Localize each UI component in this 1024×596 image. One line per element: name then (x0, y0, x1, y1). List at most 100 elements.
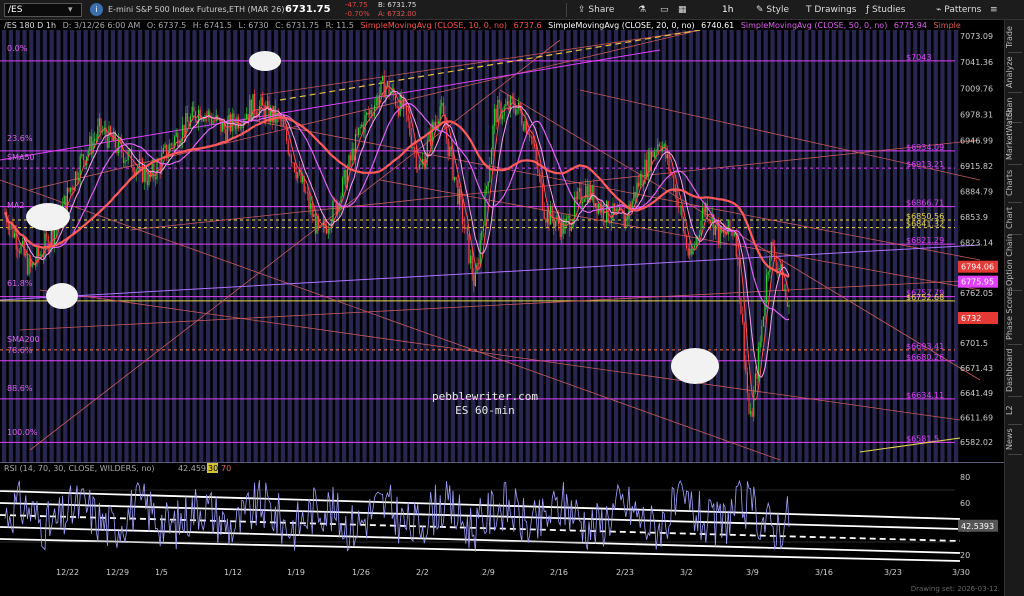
sma10-label[interactable]: SimpleMovingAvg (CLOSE, 10, 0, no) (361, 21, 508, 30)
candle-body (81, 154, 83, 157)
candle-body (255, 111, 257, 115)
session-band (185, 30, 190, 462)
candle-body (615, 208, 617, 212)
candle-body (561, 218, 563, 237)
session-band (654, 30, 659, 462)
studies-button[interactable]: ƒ Studies (866, 3, 905, 17)
candle-body (199, 109, 201, 120)
candle-body (767, 271, 769, 275)
session-band (838, 30, 843, 462)
side-tab-separator (1008, 52, 1022, 53)
side-tab-dashboard[interactable]: Dashboard (1005, 348, 1024, 392)
side-tab-charts[interactable]: Charts (1005, 168, 1024, 198)
session-band (403, 30, 408, 462)
candle-body (140, 158, 142, 160)
session-band (410, 30, 415, 462)
candle-body (746, 372, 748, 393)
rsi-label[interactable]: RSI (14, 70, 30, CLOSE, WILDERS, no) (4, 464, 154, 473)
candle-body (506, 101, 508, 105)
side-tab-news[interactable]: News (1005, 428, 1024, 450)
candle-body (586, 185, 588, 203)
candle-body (154, 176, 156, 180)
candle-body (694, 245, 696, 248)
style-button[interactable]: ✎ Style (756, 3, 789, 17)
candle-body (306, 192, 308, 194)
session-band (240, 30, 245, 462)
side-tab-marketwatch[interactable]: MarketWatch (1005, 108, 1024, 160)
rsi-pane[interactable]: 8060402042.5393 RSI (14, 70, 30, CLOSE, … (0, 463, 1004, 563)
session-band (335, 30, 340, 462)
candle-body (226, 122, 228, 141)
sma20-label[interactable]: SimpleMovingAvg (CLOSE, 20, 0, no) (548, 21, 695, 30)
time-tick: 2/2 (416, 568, 429, 577)
info-icon[interactable]: i (90, 3, 103, 16)
change-percent: -0.70% (345, 10, 370, 18)
price-chart-pane[interactable]: 0.0% 23.6% SMA50 MA2 61.8% SMA200 78.6% 88.6% 10… (0, 29, 1004, 462)
candle-body (466, 227, 468, 234)
session-band (872, 30, 877, 462)
candle-body (566, 217, 568, 222)
candle-body (481, 230, 483, 241)
bar-range: R: 11.5 (325, 21, 354, 30)
search-icon[interactable]: ▾ (68, 3, 73, 17)
price-tick: 7009.76 (960, 84, 993, 93)
side-tab-separator (1008, 164, 1022, 165)
candle-body (727, 220, 729, 235)
candle-body (194, 111, 196, 121)
sma50-label[interactable]: SimpleMovingAvg (CLOSE, 50, 0, no) (741, 21, 888, 30)
timeframe-selector[interactable]: 1h (722, 3, 733, 17)
grid-icon[interactable]: ▦ (678, 3, 687, 17)
session-band (586, 30, 591, 462)
candle-body (377, 96, 379, 106)
candle-body (593, 185, 595, 207)
candle-body (786, 297, 788, 307)
share-button[interactable]: ⇪ Share (578, 3, 614, 17)
candle-body (18, 251, 20, 254)
candle-body (314, 213, 316, 234)
patterns-button[interactable]: ⌁ Patterns (936, 3, 981, 17)
side-tab-option-chain[interactable]: Option Chain (1005, 234, 1024, 286)
candle-body (532, 136, 534, 144)
candle-body (394, 95, 396, 106)
candle-body (100, 118, 102, 132)
candle-body (772, 241, 774, 247)
flask-icon[interactable]: ⚗ (638, 3, 646, 17)
candle-body (471, 255, 473, 275)
price-tick: 6946.99 (960, 136, 993, 145)
fib-label-left: SMA50 (7, 153, 35, 162)
candle-body (494, 108, 496, 126)
session-band (777, 30, 782, 462)
candle-body (82, 154, 84, 161)
sma-more-label[interactable]: Simple (934, 21, 961, 30)
candle-body (487, 181, 489, 187)
candle-body (383, 76, 385, 98)
candle-body (698, 235, 700, 238)
candle-body (214, 120, 216, 122)
drawings-button[interactable]: T Drawings (806, 3, 857, 17)
fib-label-right: $6752.68 (906, 293, 944, 302)
sma10-value: 6737.6 (513, 21, 542, 30)
candle-body (745, 361, 747, 373)
session-band (580, 30, 585, 462)
session-band (328, 30, 333, 462)
layout-icon[interactable]: ▭ (660, 3, 669, 17)
candle-body (702, 208, 704, 221)
menu-icon[interactable]: ≡ (990, 3, 998, 17)
session-band (709, 30, 714, 462)
side-tab-chart[interactable]: Chart (1005, 206, 1024, 230)
side-tab-analyze[interactable]: Analyze (1005, 56, 1024, 88)
session-band (246, 30, 251, 462)
session-band (199, 30, 204, 462)
price-tick: 7073.09 (960, 32, 993, 41)
candle-body (14, 232, 16, 238)
session-band (641, 30, 646, 462)
candle-body (402, 98, 404, 109)
candle-body (38, 247, 40, 256)
side-tab-l2[interactable]: L2 (1005, 400, 1024, 420)
candle-body (164, 144, 166, 148)
rsi-series (4, 479, 790, 552)
side-tab-trade[interactable]: Trade (1005, 26, 1024, 48)
time-axis[interactable]: 12/22 12/29 1/5 1/12 1/19 1/26 2/2 2/9 2/16 2/23 3… (0, 563, 1004, 581)
candle-body (577, 191, 579, 200)
side-tab-phase-scores[interactable]: Phase Scores (1005, 287, 1024, 340)
